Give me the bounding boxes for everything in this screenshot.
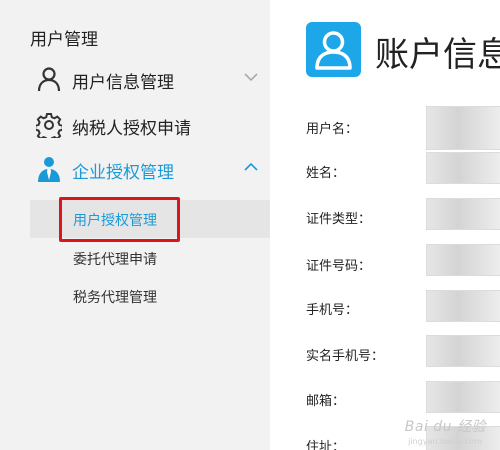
watermark-sub: jingyan.baidu.com	[408, 437, 482, 446]
sidebar-title: 用户管理	[30, 30, 98, 50]
submenu-item-label: 委托代理申请	[73, 252, 157, 268]
form-label-phone: 手机号：	[306, 303, 359, 318]
menu-item-taxpayer-auth[interactable]: 纳税人授权申请	[0, 105, 270, 145]
phone-field[interactable]	[426, 290, 500, 322]
form-label-username: 用户名：	[306, 122, 359, 137]
menu-item-enterprise-auth[interactable]: 企业授权管理	[0, 149, 270, 189]
submenu-item-label: 用户授权管理	[73, 213, 157, 229]
business-person-icon	[38, 157, 60, 182]
submenu-item-tax-agent[interactable]: 税务代理管理	[30, 277, 270, 315]
menu-item-label: 用户信息管理	[72, 73, 174, 93]
submenu-item-user-auth[interactable]: 用户授权管理	[30, 200, 270, 238]
verified-phone-field[interactable]	[426, 335, 500, 367]
sidebar: 用户管理 用户信息管理 纳税人授权申请 企业授权管理 用户授权管理 委托代理申请…	[0, 0, 270, 450]
form-label-id-number: 证件号码：	[306, 259, 372, 274]
email-field[interactable]	[426, 381, 500, 413]
page-title: 账户信息	[375, 35, 500, 75]
account-header-icon	[306, 22, 361, 77]
watermark-text: Bai du 经验	[404, 419, 486, 435]
name-field[interactable]	[426, 152, 500, 184]
form-label-email: 邮箱：	[306, 394, 346, 409]
id-type-field[interactable]	[426, 198, 500, 230]
menu-item-user-info[interactable]: 用户信息管理	[0, 59, 270, 99]
form-label-verified-phone: 实名手机号：	[306, 349, 385, 364]
username-field[interactable]	[426, 106, 500, 150]
form-label-id-type: 证件类型：	[306, 212, 372, 227]
user-icon	[315, 31, 352, 70]
submenu-item-delegate-apply[interactable]: 委托代理申请	[30, 239, 270, 277]
chevron-down-icon[interactable]	[243, 71, 259, 83]
submenu-item-label: 税务代理管理	[73, 290, 157, 306]
user-icon	[37, 67, 61, 92]
menu-item-label: 企业授权管理	[72, 163, 174, 183]
gear-icon	[36, 113, 62, 138]
main-content: 账户信息 用户名： 姓名： 证件类型： 证件号码： 手机号： 实名手机号： 邮箱…	[270, 0, 500, 450]
chevron-up-icon[interactable]	[243, 161, 259, 173]
id-number-field[interactable]	[426, 244, 500, 276]
form-label-address: 住址：	[306, 440, 346, 450]
menu-item-label: 纳税人授权申请	[72, 119, 191, 139]
form-label-name: 姓名：	[306, 166, 346, 181]
